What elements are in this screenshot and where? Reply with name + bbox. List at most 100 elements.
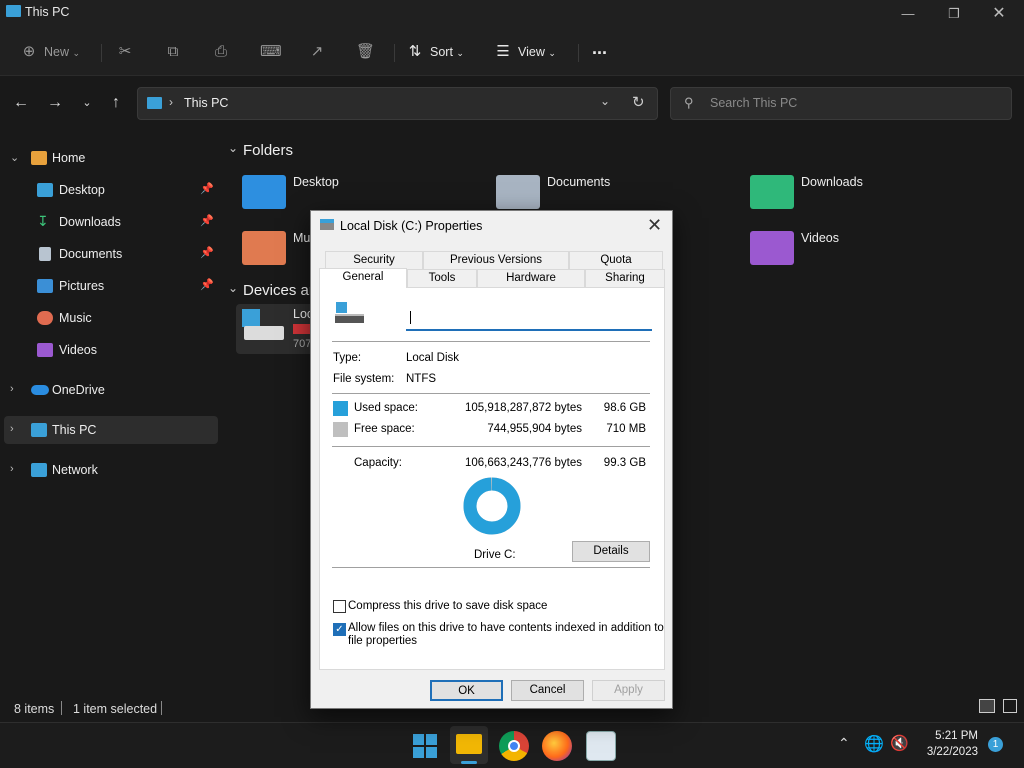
chevron-right-icon[interactable]: ›: [10, 463, 14, 475]
details-button[interactable]: Details: [572, 541, 650, 562]
address-bar[interactable]: › This PC ⌄ ↻: [137, 87, 658, 120]
pin-icon: 📌: [200, 279, 214, 291]
close-button[interactable]: ✕: [976, 0, 1022, 28]
ok-button[interactable]: OK: [430, 680, 503, 701]
title-bar: This PC — ❐ ✕: [0, 0, 1024, 28]
recent-locations-button[interactable]: ⌄: [75, 93, 99, 113]
sort-button[interactable]: ⇅ Sort ⌄: [406, 40, 464, 64]
drive-name-input[interactable]: [406, 308, 652, 331]
rename-icon: ⌨: [260, 43, 282, 60]
new-button[interactable]: ⊕ New ⌄: [20, 40, 80, 64]
cut-button[interactable]: ✂: [116, 40, 140, 64]
sidebar-item-home[interactable]: ⌄ Home: [4, 144, 218, 172]
folder-videos[interactable]: Videos: [750, 228, 950, 272]
search-placeholder: Search This PC: [710, 96, 798, 110]
address-dropdown-icon[interactable]: ⌄: [600, 94, 610, 108]
chevron-down-icon[interactable]: ⌄: [228, 141, 238, 155]
sidebar-item-videos[interactable]: Videos: [4, 336, 218, 364]
sidebar-item-desktop[interactable]: Desktop 📌: [4, 176, 218, 204]
pin-icon: 📌: [200, 247, 214, 259]
folders-header[interactable]: Folders: [243, 142, 293, 159]
tab-general[interactable]: General: [319, 268, 407, 288]
tiles-view-icon[interactable]: [1003, 699, 1017, 713]
divider: [578, 44, 579, 62]
clock-date[interactable]: 3/22/2023: [918, 746, 978, 758]
up-button[interactable]: ↑: [104, 93, 128, 113]
rename-button[interactable]: ⌨: [260, 40, 284, 64]
tab-previous-versions[interactable]: Previous Versions: [423, 251, 569, 269]
devices-header[interactable]: Devices ar: [243, 282, 314, 299]
document-icon: [39, 247, 51, 261]
properties-dialog: Local Disk (C:) Properties ✕ Security Pr…: [310, 210, 673, 709]
maximize-button[interactable]: ❐: [931, 0, 977, 28]
videos-icon: [37, 343, 53, 357]
photos-app-icon[interactable]: [586, 731, 616, 761]
paste-button[interactable]: ⎙: [212, 40, 236, 64]
sidebar-item-downloads[interactable]: ↧ Downloads 📌: [4, 208, 218, 236]
copy-button[interactable]: ⧉: [164, 40, 188, 64]
desktop-icon: [37, 183, 53, 197]
folder-name: Desktop: [293, 175, 339, 189]
search-input[interactable]: ⚲ Search This PC: [670, 87, 1012, 120]
folder-name: Downloads: [801, 175, 863, 189]
tab-tools[interactable]: Tools: [407, 269, 477, 287]
folder-downloads[interactable]: Downloads: [750, 172, 950, 216]
refresh-icon[interactable]: ↻: [632, 93, 645, 111]
chevron-right-icon[interactable]: ›: [10, 423, 14, 435]
cancel-button[interactable]: Cancel: [511, 680, 584, 701]
speaker-muted-icon[interactable]: 🔇: [890, 734, 909, 752]
clock-time[interactable]: 5:21 PM: [918, 730, 978, 742]
free-space-swatch: [333, 422, 348, 437]
folder-name: Videos: [801, 231, 839, 245]
chrome-icon[interactable]: [499, 731, 529, 761]
chevron-right-icon[interactable]: ›: [10, 383, 14, 395]
breadcrumb[interactable]: This PC: [184, 96, 228, 110]
free-space-gb: 710 MB: [606, 423, 646, 435]
globe-icon[interactable]: 🌐: [864, 734, 884, 754]
firefox-icon[interactable]: [542, 731, 572, 761]
dialog-close-button[interactable]: ✕: [647, 215, 662, 236]
compress-checkbox[interactable]: [333, 600, 346, 613]
more-options-button[interactable]: ...: [592, 36, 607, 60]
used-space-gb: 98.6 GB: [603, 402, 646, 414]
sidebar-item-music[interactable]: Music: [4, 304, 218, 332]
copy-icon: ⧉: [167, 43, 179, 60]
tab-hardware[interactable]: Hardware: [477, 269, 585, 287]
used-space-swatch: [333, 401, 348, 416]
active-indicator: [461, 761, 477, 764]
details-view-icon[interactable]: [979, 699, 995, 713]
notification-badge[interactable]: 1: [988, 737, 1003, 752]
divider: [394, 44, 395, 62]
share-button[interactable]: ↗: [308, 40, 332, 64]
windows-logo-icon: [242, 309, 260, 327]
chevron-up-icon[interactable]: ⌃: [838, 735, 850, 752]
chevron-down-icon[interactable]: ⌄: [10, 151, 19, 164]
sidebar-item-onedrive[interactable]: › OneDrive: [4, 376, 218, 404]
used-space-ring: [463, 477, 521, 535]
sidebar-item-pictures[interactable]: Pictures 📌: [4, 272, 218, 300]
start-button[interactable]: [410, 731, 440, 761]
pin-icon: 📌: [200, 215, 214, 227]
tab-quota[interactable]: Quota: [569, 251, 663, 269]
delete-button[interactable]: 🗑: [356, 40, 380, 64]
back-button[interactable]: ←: [9, 93, 33, 113]
file-explorer-taskbar-button[interactable]: [450, 726, 488, 764]
sidebar-item-network[interactable]: › Network: [4, 456, 218, 484]
drive-caption: Drive C:: [474, 549, 516, 561]
divider: [332, 567, 650, 568]
sidebar-item-documents[interactable]: Documents 📌: [4, 240, 218, 268]
index-checkbox[interactable]: ✓: [333, 623, 346, 636]
forward-button[interactable]: →: [43, 93, 67, 113]
downloads-folder-icon: [750, 175, 794, 209]
minimize-button[interactable]: —: [885, 0, 931, 28]
view-button[interactable]: ☰ View ⌄: [494, 40, 556, 64]
plus-icon: ⊕: [22, 43, 36, 60]
desktop-folder-icon: [242, 175, 286, 209]
chevron-down-icon[interactable]: ⌄: [228, 281, 238, 295]
tab-security[interactable]: Security: [325, 251, 423, 269]
tab-sharing[interactable]: Sharing: [585, 269, 665, 287]
apply-button[interactable]: Apply: [592, 680, 665, 701]
sidebar-item-this-pc[interactable]: › This PC: [4, 416, 218, 444]
divider: [332, 446, 650, 447]
type-value: Local Disk: [406, 352, 460, 364]
